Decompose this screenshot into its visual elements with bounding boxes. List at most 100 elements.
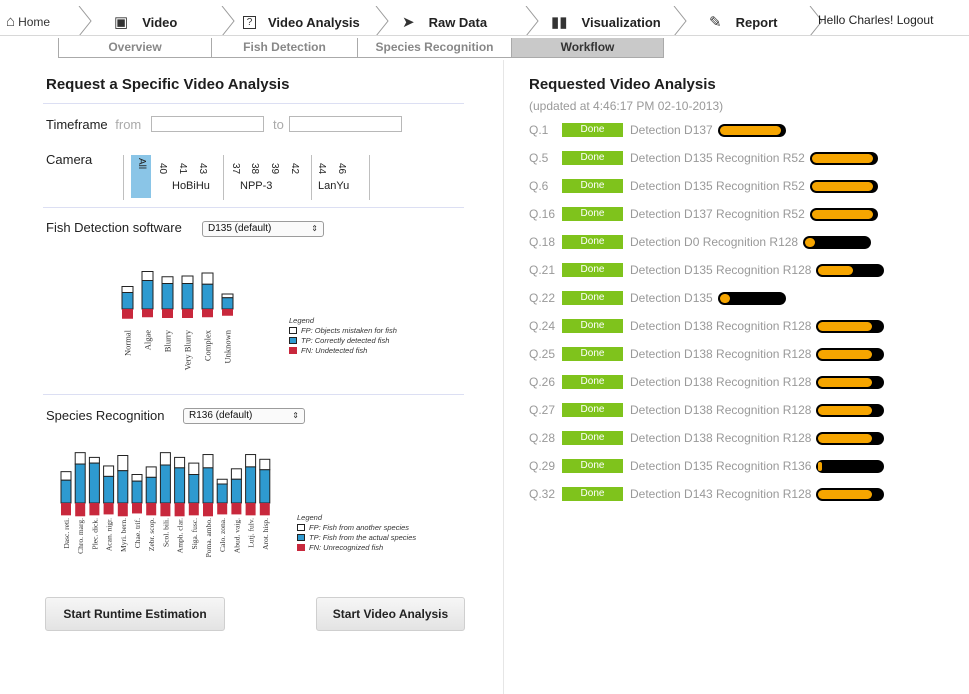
request-id: Q.25 bbox=[529, 347, 556, 361]
bar-tp bbox=[159, 464, 171, 504]
camera-option[interactable]: 37 bbox=[230, 163, 241, 174]
progress-fill bbox=[812, 210, 873, 219]
bar-fn bbox=[160, 503, 171, 517]
tab-workflow[interactable]: Workflow bbox=[512, 38, 664, 57]
request-row[interactable]: Q.26 Done Detection D138 Recognition R128 bbox=[529, 374, 949, 390]
request-id: Q.29 bbox=[529, 459, 556, 473]
bar-tp bbox=[131, 480, 143, 504]
camera-separator bbox=[123, 155, 124, 200]
request-id: Q.27 bbox=[529, 403, 556, 417]
request-row[interactable]: Q.25 Done Detection D138 Recognition R128 bbox=[529, 346, 949, 362]
bar-fp bbox=[221, 293, 234, 299]
camera-option[interactable]: 38 bbox=[249, 163, 260, 174]
bar-tp bbox=[245, 466, 257, 504]
species-recognition-select[interactable]: R136 (default) ⇕ bbox=[183, 408, 305, 424]
request-row[interactable]: Q.21 Done Detection D135 Recognition R128 bbox=[529, 262, 949, 278]
request-row[interactable]: Q.24 Done Detection D138 Recognition R128 bbox=[529, 318, 949, 334]
request-row[interactable]: Q.29 Done Detection D135 Recognition R136 bbox=[529, 458, 949, 474]
bar-tp bbox=[174, 467, 186, 504]
request-row[interactable]: Q.22 Done Detection D135 bbox=[529, 290, 949, 306]
column-divider bbox=[503, 60, 504, 694]
camera-option[interactable]: 44 bbox=[316, 163, 327, 174]
request-description: Detection D0 Recognition R128 bbox=[630, 235, 799, 249]
bar-tp bbox=[103, 475, 115, 504]
request-row[interactable]: Q.28 Done Detection D138 Recognition R128 bbox=[529, 430, 949, 446]
legend-swatch-fp bbox=[289, 326, 297, 334]
request-row[interactable]: Q.32 Done Detection D143 Recognition R128 bbox=[529, 486, 949, 502]
status-badge: Done bbox=[562, 123, 623, 137]
status-badge: Done bbox=[562, 291, 623, 305]
progress-bar bbox=[718, 124, 786, 137]
progress-fill bbox=[720, 294, 730, 303]
bar-tp bbox=[141, 280, 154, 310]
status-badge: Done bbox=[562, 263, 623, 277]
request-id: Q.1 bbox=[529, 123, 549, 137]
request-row[interactable]: Q.18 Done Detection D0 Recognition R128 bbox=[529, 234, 949, 250]
logout-link[interactable]: Logout bbox=[897, 13, 934, 27]
timeframe-to-label: to bbox=[273, 117, 284, 132]
request-title: Request a Specific Video Analysis bbox=[46, 76, 290, 93]
nav-step-video[interactable]: ▣ Video bbox=[114, 10, 177, 34]
fish-detection-chart: Normal Algae Blurry Very Blurry Complex Unkno… bbox=[121, 271, 234, 370]
progress-fill bbox=[818, 350, 872, 359]
nav-step-raw-data[interactable]: ➤ Raw Data bbox=[402, 10, 487, 34]
request-id: Q.5 bbox=[529, 151, 549, 165]
status-badge: Done bbox=[562, 151, 623, 165]
request-description: Detection D138 Recognition R128 bbox=[630, 403, 812, 417]
edit-icon: ✎ bbox=[709, 14, 722, 31]
progress-bar bbox=[803, 236, 871, 249]
progress-fill bbox=[812, 182, 873, 191]
nav-step-video-analysis[interactable]: ? Video Analysis bbox=[243, 10, 360, 34]
bar-fn bbox=[222, 309, 233, 316]
camera-option[interactable]: 43 bbox=[197, 163, 208, 174]
start-runtime-estimation-button[interactable]: Start Runtime Estimation bbox=[45, 597, 225, 631]
tick-label: Siga. fusc. bbox=[190, 518, 199, 550]
request-id: Q.24 bbox=[529, 319, 556, 333]
legend-swatch-fn bbox=[289, 346, 297, 354]
request-row[interactable]: Q.27 Done Detection D138 Recognition R128 bbox=[529, 402, 949, 418]
timeframe-from-input[interactable] bbox=[151, 116, 264, 132]
bar-tp bbox=[259, 469, 271, 504]
timeframe-label: Timeframe from bbox=[46, 117, 142, 132]
nav-step-report[interactable]: ✎ Report bbox=[709, 10, 777, 34]
legend-swatch-fp bbox=[297, 523, 305, 531]
nav-divider bbox=[0, 35, 969, 36]
request-description: Detection D137 Recognition R52 bbox=[630, 207, 805, 221]
camera-option[interactable]: 41 bbox=[177, 163, 188, 174]
request-description: Detection D138 Recognition R128 bbox=[630, 319, 812, 333]
progress-fill bbox=[818, 322, 872, 331]
bar-fp bbox=[141, 271, 154, 281]
camera-option[interactable]: 40 bbox=[157, 163, 168, 174]
camera-option[interactable]: 42 bbox=[289, 163, 300, 174]
request-row[interactable]: Q.1 Done Detection D137 bbox=[529, 122, 949, 138]
bar-fp bbox=[216, 478, 228, 485]
timeframe-to-input[interactable] bbox=[289, 116, 402, 132]
status-badge: Done bbox=[562, 431, 623, 445]
request-description: Detection D135 Recognition R128 bbox=[630, 263, 812, 277]
tab-species-recognition[interactable]: Species Recognition bbox=[358, 38, 512, 57]
bar-fn bbox=[245, 503, 256, 516]
start-video-analysis-button[interactable]: Start Video Analysis bbox=[316, 597, 465, 631]
home-link[interactable]: ⌂ Home bbox=[6, 13, 50, 30]
tab-overview[interactable]: Overview bbox=[59, 38, 212, 57]
bar-fp bbox=[201, 272, 214, 285]
bar-fp bbox=[131, 474, 143, 482]
camera-option[interactable]: 46 bbox=[336, 163, 347, 174]
request-description: Detection D135 Recognition R52 bbox=[630, 179, 805, 193]
request-row[interactable]: Q.6 Done Detection D135 Recognition R52 bbox=[529, 178, 949, 194]
request-row[interactable]: Q.16 Done Detection D137 Recognition R52 bbox=[529, 206, 949, 222]
progress-bar bbox=[810, 208, 878, 221]
tab-fish-detection[interactable]: Fish Detection bbox=[212, 38, 358, 57]
tick-label: Normal bbox=[123, 329, 133, 356]
bar-fp bbox=[74, 452, 86, 465]
bar-tp bbox=[117, 470, 129, 504]
bar-fn bbox=[61, 503, 71, 516]
request-row[interactable]: Q.5 Done Detection D135 Recognition R52 bbox=[529, 150, 949, 166]
camera-option[interactable]: 39 bbox=[269, 163, 280, 174]
bar-fn bbox=[122, 309, 133, 319]
bar-fn bbox=[217, 503, 228, 515]
bar-tp bbox=[121, 292, 134, 310]
nav-step-visualization[interactable]: ▮▮ Visualization bbox=[551, 10, 661, 34]
tick-label: Very Blurry bbox=[183, 329, 193, 370]
fish-detection-select[interactable]: D135 (default) ⇕ bbox=[202, 221, 324, 237]
